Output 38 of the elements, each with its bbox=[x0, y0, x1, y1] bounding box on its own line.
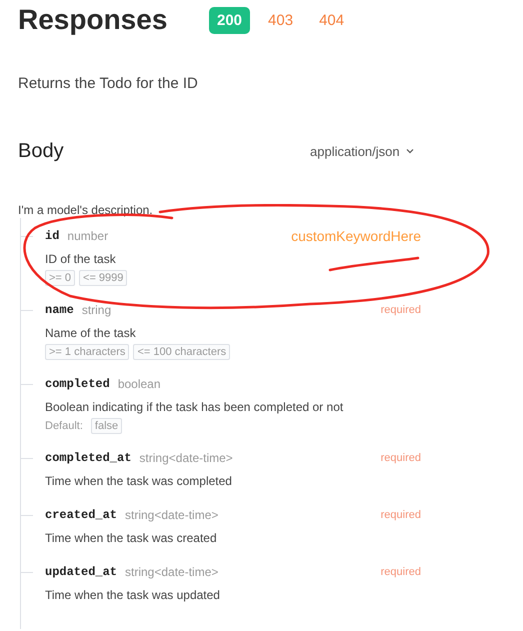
property-name: name bbox=[45, 303, 74, 317]
property-name: completed bbox=[45, 377, 110, 391]
body-heading: Body bbox=[18, 140, 65, 162]
required-label: required bbox=[380, 509, 421, 521]
property-description: Time when the task was created bbox=[45, 530, 218, 547]
property-description: Time when the task was updated bbox=[45, 587, 221, 604]
model-description: I'm a model's description. bbox=[18, 202, 154, 218]
status-tab[interactable]: 403 bbox=[260, 6, 302, 34]
property-description: Name of the task bbox=[45, 325, 137, 342]
content-type-dropdown[interactable]: application/json bbox=[310, 144, 414, 158]
constraint-tag: <= 100 characters bbox=[133, 344, 230, 360]
property-name: id bbox=[45, 229, 60, 243]
constraint-tag: <= 9999 bbox=[79, 270, 128, 286]
response-description: Returns the Todo for the ID bbox=[18, 74, 199, 94]
property-name: updated_at bbox=[45, 565, 118, 579]
property-name: completed_at bbox=[45, 451, 132, 465]
custom-keyword: customKeywordHere bbox=[291, 228, 421, 244]
default-value: false bbox=[90, 418, 122, 434]
property-description: Boolean indicating if the task has been completed or not bbox=[45, 399, 344, 416]
property-type: string bbox=[82, 303, 112, 317]
property-type: string<date-time> bbox=[125, 565, 218, 579]
required-label: required bbox=[380, 452, 421, 464]
property-name: created_at bbox=[45, 508, 118, 522]
required-label: required bbox=[380, 304, 421, 316]
constraint-tag: >= 1 characters bbox=[45, 344, 130, 360]
property-type: number bbox=[67, 229, 108, 243]
status-tab[interactable]: 200 bbox=[209, 6, 250, 34]
property-description: Time when the task was completed bbox=[45, 473, 233, 490]
required-label: required bbox=[380, 566, 421, 578]
property-type: string<date-time> bbox=[125, 508, 218, 522]
property-type: boolean bbox=[118, 377, 161, 391]
chevron-down-icon bbox=[406, 148, 414, 154]
status-tab[interactable]: 404 bbox=[311, 6, 352, 34]
section-title: Responses bbox=[18, 3, 168, 37]
property-description: ID of the task bbox=[45, 251, 117, 268]
constraint-tag: >= 0 bbox=[45, 270, 76, 286]
property-type: string<date-time> bbox=[139, 451, 233, 465]
default-label: Default: bbox=[45, 420, 83, 432]
